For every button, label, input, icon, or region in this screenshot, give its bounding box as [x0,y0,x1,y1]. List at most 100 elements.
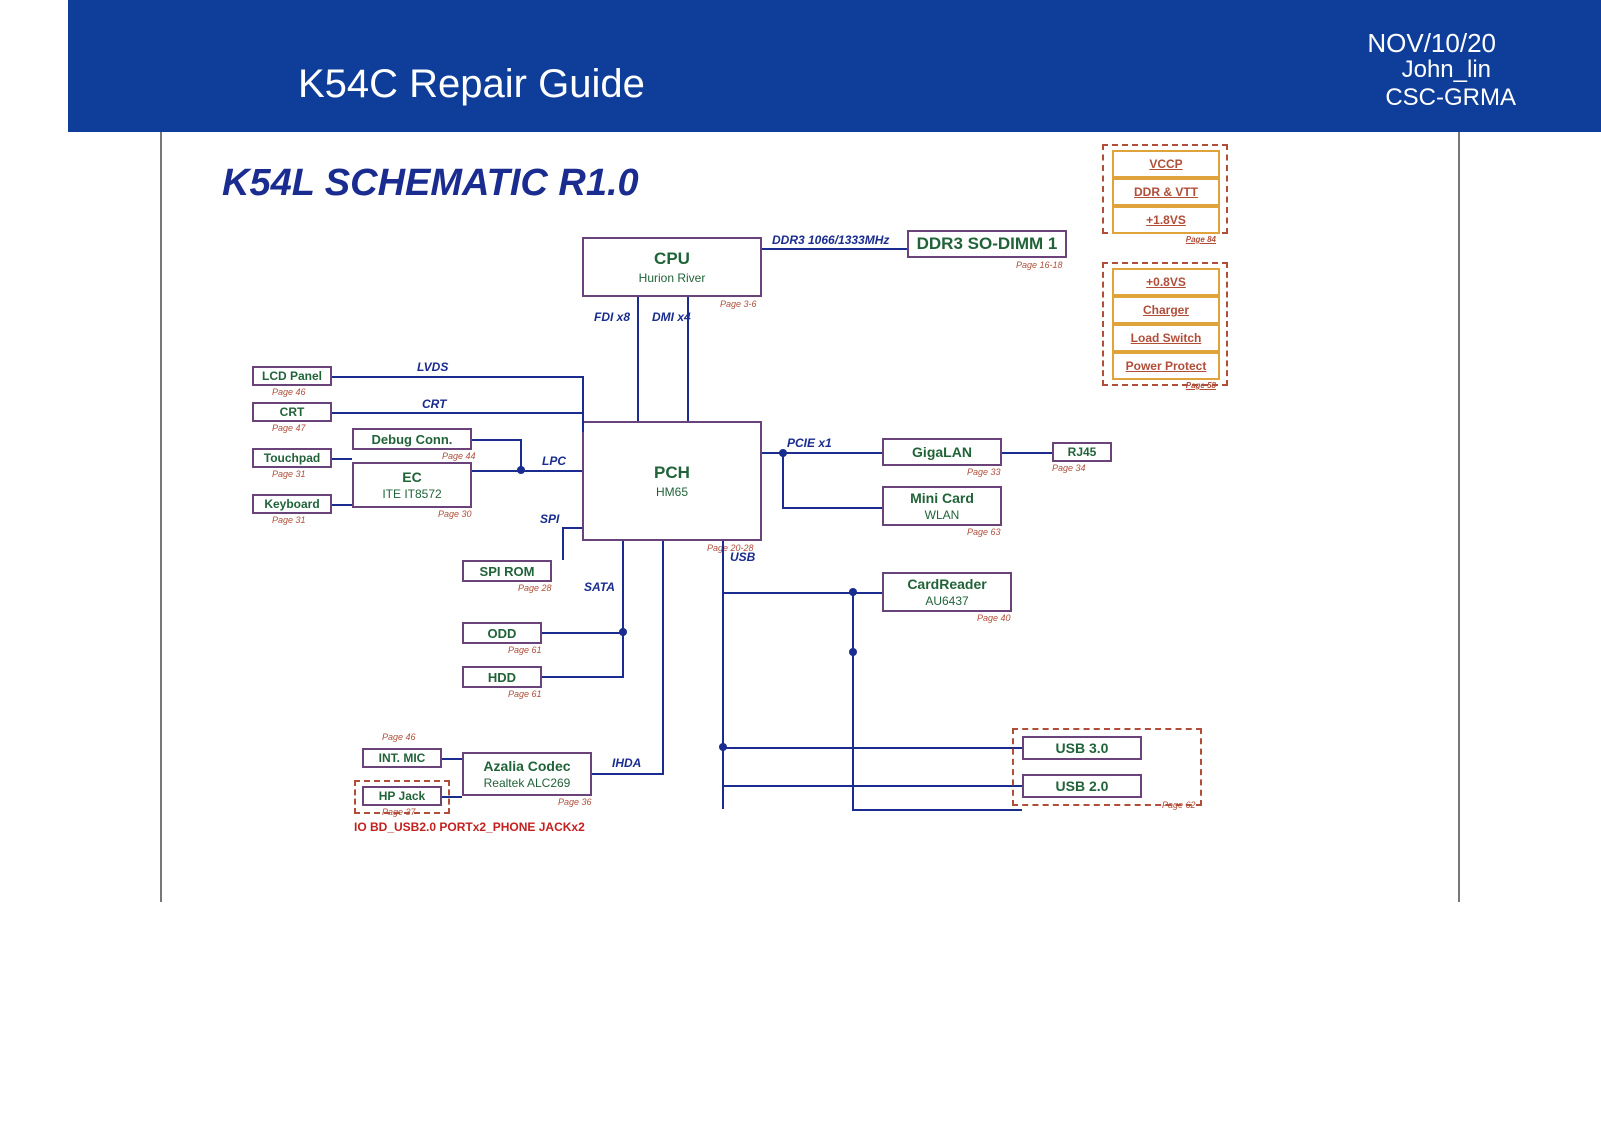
schematic-title: K54L SCHEMATIC R1.0 [222,162,639,205]
block-cpu-page: Page 3-6 [720,299,757,309]
power-loadswitch: Load SwitchPage 91 [1112,324,1220,352]
block-spirom-title: SPI ROM [480,564,535,579]
dot-usb [719,743,727,751]
block-debug-page: Page 44 [442,451,476,461]
power-18vs-label: +1.8VS [1146,213,1186,227]
block-touchpad-title: Touchpad [264,451,320,465]
block-lcd-page: Page 46 [272,387,306,397]
line-gigalan-rj45 [1002,452,1052,454]
power-ddrvtt: DDR & VTTPage 83 [1112,178,1220,206]
line-usb20 [722,785,1022,787]
block-touchpad: Touchpad [252,448,332,468]
block-cpu-title: CPU [654,249,690,269]
bus-ihda: IHDA [612,756,641,770]
block-azalia-title: Azalia Codec [483,758,570,774]
line-lvds [332,376,582,378]
block-cpu: CPU Hurion River [582,237,762,297]
bus-lpc: LPC [542,454,566,468]
block-crt-title: CRT [280,405,305,419]
header-bar: K54C Repair Guide NOV/10/20 John_lin CSC… [68,0,1601,132]
block-ddr: DDR3 SO-DIMM 1 [907,230,1067,258]
block-spirom-page: Page 28 [518,583,552,593]
line-usb30 [722,747,1022,749]
block-spirom: SPI ROM [462,560,552,582]
power-18vs-page: Page 84 [1186,235,1216,244]
block-hdd: HDD [462,666,542,688]
line-tp-ec [332,458,352,460]
power-charger: ChargerPage 88 [1112,296,1220,324]
line-cardreader [722,592,882,594]
bus-lvds: LVDS [417,360,448,374]
header-date: NOV/10/20 [1367,28,1496,59]
block-ec: ECITE IT8572 [352,462,472,508]
block-odd-page: Page 61 [508,645,542,655]
block-lcd: LCD Panel [252,366,332,386]
block-minicard-title: Mini Card [910,490,974,506]
dash-usb [1012,728,1202,806]
power-ddrvtt-label: DDR & VTT [1134,185,1198,199]
schematic-page: K54L SCHEMATIC R1.0 CPU Hurion River Pag… [160,132,1460,902]
block-rj45: RJ45 [1052,442,1112,462]
block-ec-title: EC [402,469,421,485]
block-rj45-title: RJ45 [1068,445,1097,459]
block-azalia-sub: Realtek ALC269 [484,776,571,790]
block-pch-title: PCH [654,463,690,483]
block-lcd-title: LCD Panel [262,369,322,383]
line-side-v [782,452,784,507]
line-spi-v [562,527,564,560]
power-08vs-label: +0.8VS [1146,275,1186,289]
block-cardreader-sub: AU6437 [925,594,968,608]
block-intmic-page: Page 46 [382,732,416,742]
power-powerprotect-page: Page 58 [1186,381,1216,390]
block-pch-sub: HM65 [656,485,688,499]
line-kb-ec [332,504,352,506]
line-sata-v [622,541,624,676]
power-08vs: +0.8VSPage 87 [1112,268,1220,296]
block-odd-title: ODD [488,626,517,641]
power-powerprotect-label: Power Protect [1126,359,1207,373]
block-azalia-page: Page 36 [558,797,592,807]
block-hdd-title: HDD [488,670,516,685]
power-vccp: VCCPPage 82 [1112,150,1220,178]
block-minicard-sub: WLAN [925,508,960,522]
line-hdd [542,676,624,678]
block-cardreader-title: CardReader [907,576,986,592]
block-debug-title: Debug Conn. [372,432,453,447]
line-ihda-v [662,541,664,773]
block-gigalan-page: Page 33 [967,467,1001,477]
block-ddr-title: DDR3 SO-DIMM 1 [917,234,1058,254]
block-minicard: Mini Card WLAN [882,486,1002,526]
line-intmic [442,758,462,760]
line-odd [542,632,624,634]
line-minicard [782,507,882,509]
line-usb20b [852,809,1022,811]
page-title: K54C Repair Guide [298,62,645,107]
line-ihda-h [592,773,664,775]
dot-cr [849,588,857,596]
block-odd: ODD [462,622,542,644]
block-cpu-sub: Hurion River [639,271,706,285]
line-lpc [520,470,582,472]
block-debug: Debug Conn. [352,428,472,450]
block-crt: CRT [252,402,332,422]
line-crt [332,412,582,414]
power-loadswitch-label: Load Switch [1131,331,1202,345]
line-spi-h [562,527,582,529]
block-intmic: INT. MIC [362,748,442,768]
block-crt-page: Page 47 [272,423,306,433]
block-azalia: Azalia Codec Realtek ALC269 [462,752,592,796]
block-rj45-page: Page 34 [1052,463,1086,473]
bus-spi: SPI [540,512,559,526]
header-dept: CSC-GRMA [1385,84,1516,112]
block-minicard-page: Page 63 [967,527,1001,537]
power-charger-label: Charger [1143,303,1189,317]
bus-ddr3: DDR3 1066/1333MHz [772,233,889,247]
block-ec-page: Page 30 [438,509,472,519]
dot-cr2 [849,648,857,656]
block-cardreader: CardReader AU6437 [882,572,1012,612]
line-fdi [637,297,639,421]
block-touchpad-page: Page 31 [272,469,306,479]
line-ec-node [472,470,522,472]
block-hdd-page: Page 61 [508,689,542,699]
power-powerprotect: Power ProtectPage 58 [1112,352,1220,380]
